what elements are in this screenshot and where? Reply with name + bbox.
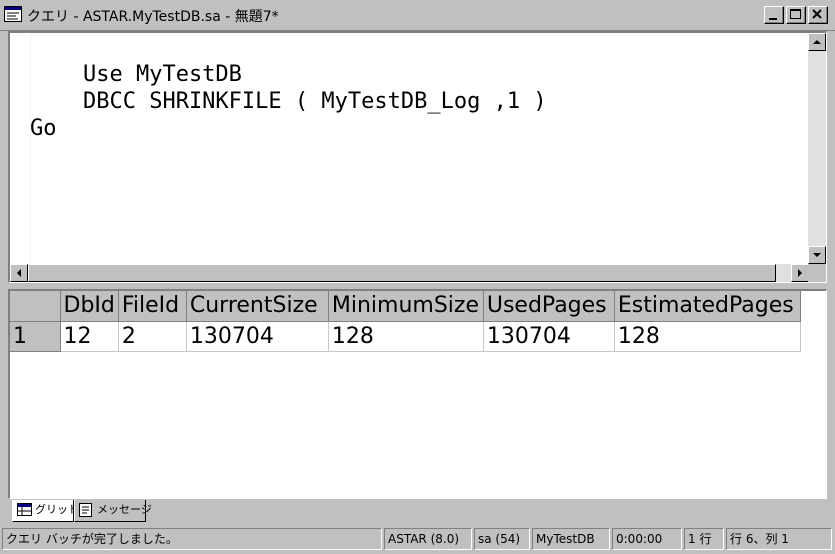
maximize-icon <box>790 9 801 19</box>
table-row[interactable]: 1 12 2 130704 128 130704 128 <box>10 321 801 352</box>
message-icon <box>79 503 92 524</box>
arrow-down-icon <box>813 253 821 257</box>
column-header-estimatedpages[interactable]: EstimatedPages <box>614 291 801 322</box>
editor-horizontal-scrollbar[interactable] <box>10 264 809 282</box>
scroll-down-button[interactable] <box>808 246 826 264</box>
tab-messages-label: メッセージ <box>97 503 152 516</box>
editor-vertical-scrollbar[interactable] <box>808 33 826 264</box>
column-header-fileid[interactable]: FileId <box>118 291 187 322</box>
status-row-count: 1 行 <box>684 528 724 550</box>
cell-currentsize[interactable]: 130704 <box>186 321 329 352</box>
grid-icon <box>17 503 32 523</box>
tab-grid-label: グリッド <box>35 503 79 516</box>
status-elapsed-time: 0:00:00 <box>612 528 682 550</box>
horizontal-scroll-thumb[interactable] <box>28 264 776 282</box>
minimize-button[interactable] <box>764 6 784 24</box>
scroll-up-button[interactable] <box>808 33 826 51</box>
cell-minimumsize[interactable]: 128 <box>328 321 484 352</box>
cell-fileid[interactable]: 2 <box>118 321 187 352</box>
scrollbar-corner <box>808 264 826 282</box>
status-database: MyTestDB <box>532 528 610 550</box>
window-title: クエリ - ASTAR.MyTestDB.sa - 無題7* <box>27 9 279 25</box>
results-tabs: グリッド メッセージ <box>8 500 828 524</box>
maximize-button[interactable] <box>786 6 806 24</box>
close-button[interactable] <box>808 6 828 24</box>
query-window: クエリ - ASTAR.MyTestDB.sa - 無題7* Use MyTes… <box>0 0 835 554</box>
scroll-left-button[interactable] <box>10 264 28 282</box>
minimize-icon <box>769 18 777 20</box>
tab-grid[interactable]: グリッド <box>12 500 79 523</box>
results-table: DbId FileId CurrentSize MinimumSize Used… <box>10 291 801 352</box>
cell-usedpages[interactable]: 130704 <box>483 321 615 352</box>
header-row: DbId FileId CurrentSize MinimumSize Used… <box>10 291 801 322</box>
column-header-minimumsize[interactable]: MinimumSize <box>328 291 484 322</box>
status-message: クエリ バッチが完了しました。 <box>2 528 382 550</box>
results-grid[interactable]: DbId FileId CurrentSize MinimumSize Used… <box>8 289 827 499</box>
editor-gutter <box>10 33 31 264</box>
column-header-dbid[interactable]: DbId <box>60 291 119 322</box>
row-number[interactable]: 1 <box>10 321 61 352</box>
scroll-right-button[interactable] <box>791 264 809 282</box>
tab-messages[interactable]: メッセージ <box>74 500 152 524</box>
title-bar[interactable]: クエリ - ASTAR.MyTestDB.sa - 無題7* <box>0 0 835 31</box>
status-server: ASTAR (8.0) <box>384 528 472 550</box>
close-icon <box>812 9 822 19</box>
arrow-right-icon <box>798 269 802 277</box>
column-header-usedpages[interactable]: UsedPages <box>483 291 615 322</box>
query-editor[interactable]: Use MyTestDB DBCC SHRINKFILE ( MyTestDB_… <box>8 31 827 283</box>
sql-code[interactable]: Use MyTestDB DBCC SHRINKFILE ( MyTestDB_… <box>30 61 547 142</box>
grid-corner-cell[interactable] <box>10 291 61 322</box>
status-user: sa (54) <box>474 528 530 550</box>
column-header-currentsize[interactable]: CurrentSize <box>186 291 329 322</box>
cell-dbid[interactable]: 12 <box>60 321 119 352</box>
arrow-up-icon <box>813 40 821 44</box>
status-cursor-position: 行 6、列 1 <box>726 528 832 550</box>
query-window-icon[interactable] <box>4 6 22 22</box>
cell-estimatedpages[interactable]: 128 <box>614 321 801 352</box>
arrow-left-icon <box>17 269 21 277</box>
status-bar: クエリ バッチが完了しました。 ASTAR (8.0) sa (54) MyTe… <box>0 528 835 550</box>
